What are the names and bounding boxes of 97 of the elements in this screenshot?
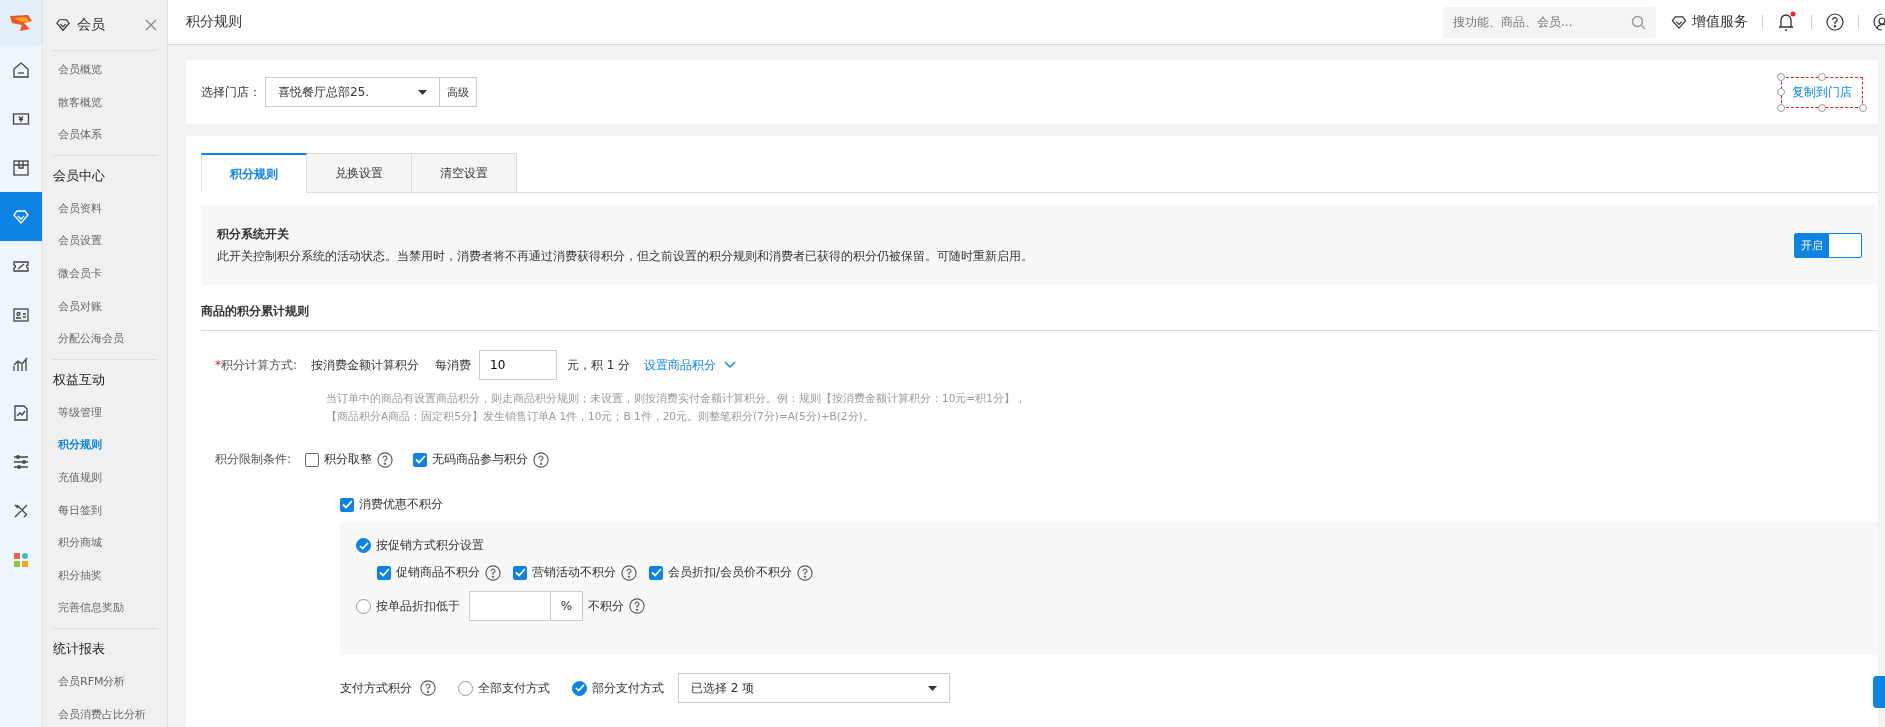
- diamond-icon: [55, 18, 71, 32]
- apps-icon: [12, 550, 30, 569]
- discount-input[interactable]: [469, 591, 551, 621]
- resize-handle[interactable]: [1859, 103, 1867, 112]
- notification-bell-icon[interactable]: [1777, 11, 1797, 33]
- field-label: 积分限制条件:: [215, 451, 292, 468]
- after-text: 不积分: [588, 597, 624, 615]
- sidebar-item[interactable]: 会员概览: [53, 54, 157, 87]
- sidebar-item[interactable]: 每日签到: [53, 494, 157, 528]
- tab[interactable]: 兑换设置: [307, 153, 412, 192]
- field-label: 支付方式积分: [340, 679, 412, 697]
- close-icon[interactable]: [145, 19, 157, 31]
- dropdown-caret-icon: [418, 89, 427, 95]
- sidebar-item[interactable]: 充值规则: [53, 461, 157, 495]
- checkbox-label: 营销活动不积分: [532, 564, 616, 581]
- sidebar-heading: 统计报表: [53, 639, 106, 658]
- sidebar-title: 会员: [77, 16, 106, 34]
- checkbox[interactable]: [377, 565, 391, 580]
- sidebar-item[interactable]: 会员RFM分析: [53, 665, 157, 699]
- sidebar-item[interactable]: 积分抽奖: [53, 559, 157, 593]
- copy-to-store-button[interactable]: 复制到门店: [1781, 76, 1863, 108]
- page-title: 积分规则: [186, 13, 243, 31]
- sidebar-heading: 会员中心: [53, 166, 106, 185]
- id-card-icon: [12, 305, 30, 324]
- help-icon[interactable]: [533, 451, 550, 468]
- sidebar-item[interactable]: 微会员卡: [53, 257, 157, 291]
- radio-button[interactable]: [572, 680, 587, 696]
- radio-label: 全部支付方式: [478, 679, 550, 697]
- checkbox-label: 积分取整: [324, 451, 373, 468]
- sidebar-item[interactable]: 会员体系: [53, 119, 157, 152]
- search-icon: [1631, 14, 1646, 30]
- sidebar-item[interactable]: 分配公海会员: [53, 323, 157, 356]
- radio-label: 部分支付方式: [592, 679, 664, 697]
- resize-handle[interactable]: [1818, 103, 1826, 112]
- checkbox[interactable]: [413, 452, 428, 467]
- checkbox[interactable]: [340, 497, 354, 512]
- help-icon[interactable]: [797, 564, 814, 581]
- switch-description: 此开关控制积分系统的活动状态。当禁用时，消费者将不再通过消费获得积分，但之前设置的积分规则和消费者已获得的积分仍被保留。可随时重新启用。: [217, 249, 1034, 264]
- percent-addon: %: [551, 591, 583, 621]
- checkbox[interactable]: [513, 565, 527, 580]
- radio-button[interactable]: [458, 680, 473, 696]
- field-label: *积分计算方式:: [215, 356, 298, 374]
- help-icon[interactable]: [377, 451, 394, 468]
- resize-handle[interactable]: [1818, 72, 1826, 81]
- checkbox-label: 消费优惠不积分: [359, 496, 443, 513]
- user-icon[interactable]: [1873, 13, 1885, 31]
- unit-text: 元，积 1 分: [567, 356, 631, 374]
- checkbox[interactable]: [649, 565, 663, 580]
- checkbox-label: 无码商品参与积分: [432, 451, 529, 468]
- home-icon: [12, 60, 30, 79]
- sidebar-item[interactable]: 积分商城: [53, 527, 157, 560]
- sidebar-item[interactable]: 等级管理: [53, 396, 157, 430]
- sidebar-item[interactable]: 会员资料: [53, 192, 157, 226]
- checkbox[interactable]: [305, 452, 320, 467]
- payment-select[interactable]: 已选择 2 项: [678, 673, 950, 703]
- sidebar-item[interactable]: 会员设置: [53, 225, 157, 258]
- switch-title: 积分系统开关: [217, 226, 290, 243]
- sidebar-item[interactable]: 散客概览: [53, 86, 157, 120]
- method-text: 按消费金额计算积分: [311, 356, 420, 374]
- store-select[interactable]: 喜悦餐厅总部25.: [265, 77, 440, 107]
- advanced-button[interactable]: 高级: [440, 77, 477, 107]
- sidebar-item[interactable]: 会员对账: [53, 290, 157, 324]
- hint-text: 【商品积分A商品：固定积5分】发生销售订单A 1件，10元；B 1件，20元。则整笔积分(7分)=A(5分)+B(2分)。: [326, 409, 875, 424]
- section-title: 商品的积分累计规则: [201, 303, 1878, 331]
- value-added-service-link[interactable]: 增值服务: [1692, 13, 1748, 31]
- store-label: 选择门店：: [201, 83, 261, 101]
- hint-text: 当订单中的商品有设置商品积分，则走商品积分规则；未设置，则按消费实付金额计算积分。例：规则【按消费金额计算积分：10元=积1分】，: [326, 391, 1027, 406]
- logo-icon: [8, 12, 34, 33]
- sliders-icon: [12, 452, 30, 471]
- dropdown-caret-icon: [928, 685, 937, 691]
- diamond-icon: [12, 207, 30, 226]
- sidebar-item[interactable]: 会员消费占比分析: [53, 698, 157, 727]
- help-icon[interactable]: [420, 680, 436, 696]
- sidebar-heading: 权益互动: [53, 370, 106, 389]
- box-icon: [12, 158, 30, 177]
- help-icon[interactable]: [1826, 13, 1844, 31]
- toggle-switch[interactable]: 开启: [1794, 232, 1862, 258]
- sidebar-item[interactable]: 积分规则: [53, 429, 157, 462]
- tab[interactable]: 清空设置: [412, 153, 517, 192]
- help-icon[interactable]: [629, 598, 645, 614]
- checkbox-label: 会员折扣/会员价不积分: [668, 564, 793, 581]
- radio-label: 按单品折扣低于: [376, 597, 460, 615]
- chevron-down-icon: [724, 361, 737, 369]
- radio-label: 按促销方式积分设置: [376, 537, 484, 554]
- search-field[interactable]: 搜功能、商品、会员...: [1443, 6, 1656, 38]
- help-icon[interactable]: [485, 564, 501, 581]
- sidebar-item[interactable]: 完善信息奖励: [53, 592, 157, 625]
- report-icon: [12, 403, 30, 422]
- diamond-icon: [1670, 14, 1688, 30]
- checkbox-label: 促销商品不积分: [396, 564, 480, 581]
- radio-button[interactable]: [356, 598, 371, 614]
- help-icon[interactable]: [621, 564, 637, 581]
- radio-button[interactable]: [356, 538, 371, 553]
- amount-input[interactable]: 10: [479, 350, 558, 380]
- per-text: 每消费: [435, 356, 472, 374]
- tab[interactable]: 积分规则: [201, 153, 307, 193]
- product-points-link[interactable]: 设置商品积分: [644, 356, 717, 374]
